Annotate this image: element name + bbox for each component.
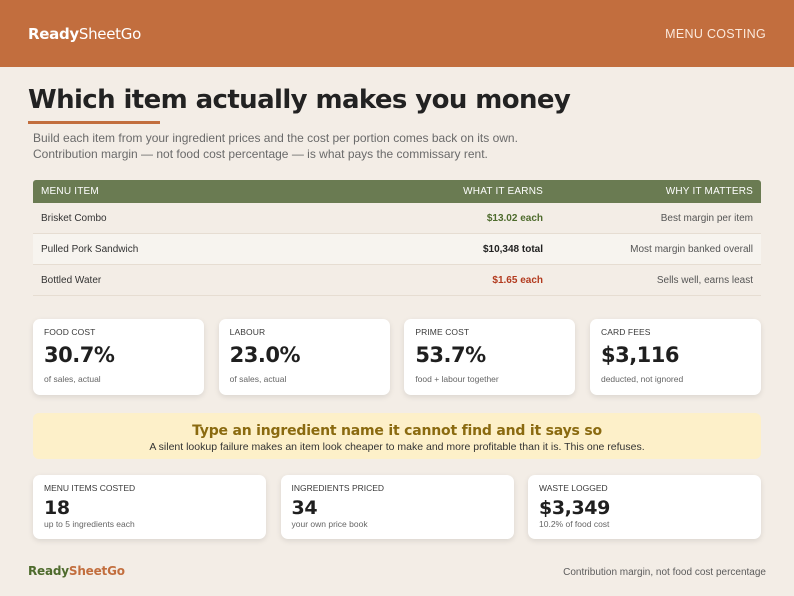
footer-brand-part2: SheetGo (68, 564, 125, 578)
column-header-earns: WHAT IT EARNS (463, 186, 543, 197)
stat-subtext: 10.2% of food cost (539, 519, 610, 529)
kpi-subtext: of sales, actual (44, 374, 101, 384)
kpi-label: LABOUR (229, 327, 266, 337)
nav-menu-costing[interactable]: MENU COSTING (665, 27, 766, 41)
kpi-label: PRIME COST (415, 327, 470, 337)
kpi-value: 53.7% (415, 343, 486, 367)
kpi-cards: FOOD COST 30.7% of sales, actual LABOUR … (33, 319, 761, 395)
stat-card-waste: WASTE LOGGED $3,349 10.2% of food cost (528, 475, 761, 539)
column-header-why: WHY IT MATTERS (665, 186, 753, 197)
stat-value: 34 (291, 497, 318, 519)
stat-value: $3,349 (539, 497, 610, 519)
brand-logo[interactable]: ReadySheetGo (28, 25, 141, 43)
table-row[interactable]: Pulled Pork Sandwich $10,348 total Most … (33, 234, 761, 265)
row-item: Brisket Combo (41, 212, 107, 224)
kpi-value: 30.7% (44, 343, 115, 367)
stat-label: WASTE LOGGED (539, 483, 608, 493)
stat-card-menu-items: MENU ITEMS COSTED 18 up to 5 ingredients… (33, 475, 266, 539)
table-row[interactable]: Brisket Combo $13.02 each Best margin pe… (33, 203, 761, 234)
kpi-value: $3,116 (600, 343, 680, 367)
row-why: Best margin per item (660, 212, 753, 224)
stat-label: INGREDIENTS PRICED (291, 483, 385, 493)
kpi-label: CARD FEES (600, 327, 651, 337)
stat-cards: MENU ITEMS COSTED 18 up to 5 ingredients… (33, 475, 761, 539)
stat-subtext: your own price book (291, 519, 368, 529)
menu-items-table: MENU ITEM WHAT IT EARNS WHY IT MATTERS B… (33, 180, 761, 296)
footer-brand-part1: Ready (28, 564, 69, 578)
stat-subtext: up to 5 ingredients each (44, 519, 135, 529)
kpi-label: FOOD COST (44, 327, 96, 337)
row-earns: $10,348 total (482, 243, 543, 255)
kpi-subtext: deducted, not ignored (600, 374, 684, 384)
row-item: Bottled Water (41, 274, 102, 286)
kpi-card-card-fees: CARD FEES $3,116 deducted, not ignored (589, 319, 761, 395)
row-earns: $1.65 each (492, 274, 543, 286)
row-why: Sells well, earns least (656, 274, 753, 286)
banner-text: A silent lookup failure makes an item lo… (149, 441, 645, 453)
page-intro: Build each item from your ingredient pri… (33, 131, 518, 161)
stat-card-ingredients: INGREDIENTS PRICED 34 your own price boo… (280, 475, 514, 539)
kpi-card-food-cost: FOOD COST 30.7% of sales, actual (33, 319, 204, 395)
row-why: Most margin banked overall (630, 243, 753, 255)
kpi-subtext: food + labour together (415, 374, 499, 384)
row-earns: $13.02 each (486, 212, 543, 224)
brand-part2: SheetGo (78, 24, 141, 43)
stat-value: 18 (44, 497, 70, 519)
page-title: Which item actually makes you money (28, 85, 571, 115)
table-header: MENU ITEM WHAT IT EARNS WHY IT MATTERS (33, 180, 761, 203)
kpi-card-prime-cost: PRIME COST 53.7% food + labour together (404, 319, 576, 395)
table-row[interactable]: Bottled Water $1.65 each Sells well, ear… (33, 265, 761, 296)
brand-part1: Ready (28, 24, 79, 43)
footer-brand-logo[interactable]: ReadySheetGo (28, 564, 125, 578)
title-underline (28, 121, 160, 124)
info-banner: Type an ingredient name it cannot find a… (33, 413, 761, 459)
banner-title: Type an ingredient name it cannot find a… (192, 423, 602, 439)
column-header-menu-item: MENU ITEM (41, 186, 99, 197)
stat-label: MENU ITEMS COSTED (44, 483, 136, 493)
row-item: Pulled Pork Sandwich (41, 243, 139, 255)
kpi-value: 23.0% (229, 343, 301, 367)
kpi-card-labour: LABOUR 23.0% of sales, actual (218, 319, 390, 395)
top-header: ReadySheetGo MENU COSTING (0, 0, 794, 67)
kpi-subtext: of sales, actual (229, 374, 287, 384)
footer-note: Contribution margin, not food cost perce… (563, 567, 766, 578)
